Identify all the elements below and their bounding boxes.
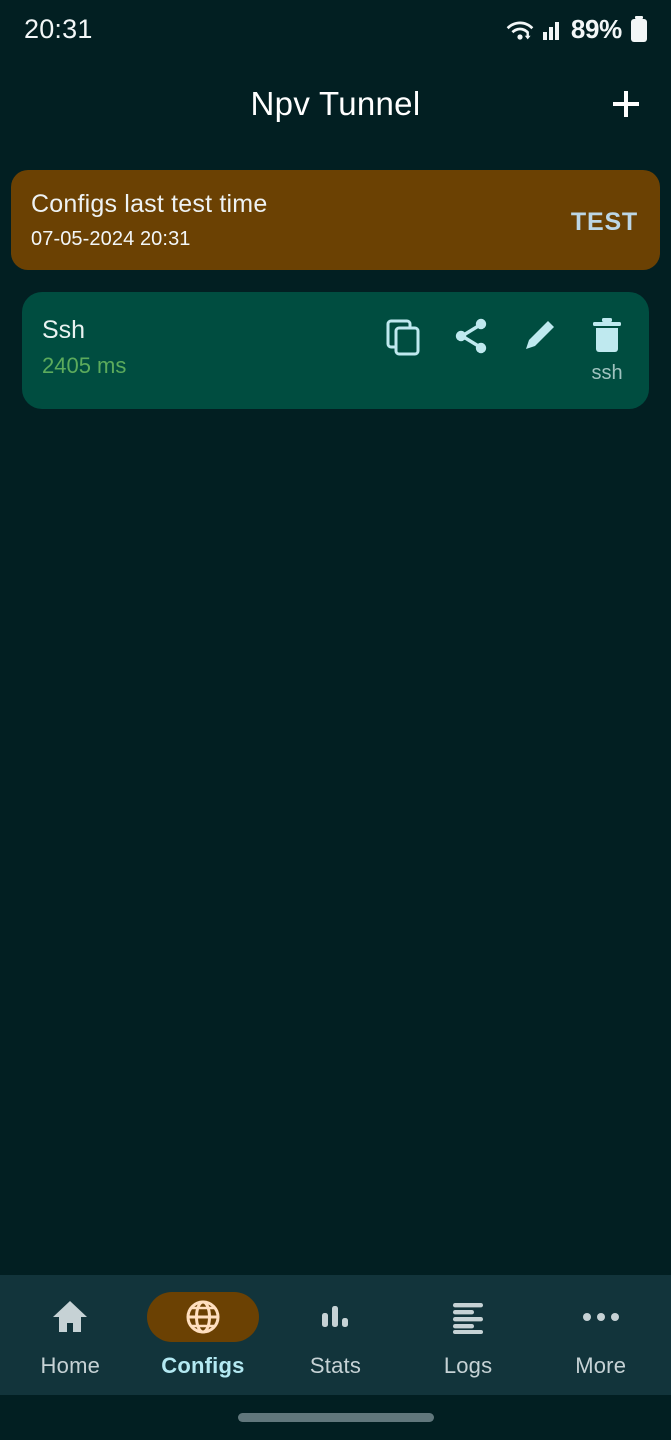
- nav-pill-configs: [146, 1291, 259, 1342]
- test-button[interactable]: TEST: [571, 208, 638, 237]
- status-clock: 20:31: [24, 13, 93, 44]
- app-bar: Npv Tunnel: [0, 58, 671, 150]
- nav-item-stats[interactable]: Stats: [269, 1292, 402, 1379]
- gesture-handle[interactable]: [237, 1413, 434, 1422]
- nav-pill-more: [545, 1292, 657, 1342]
- nav-item-configs[interactable]: Configs: [137, 1291, 270, 1379]
- config-list-item[interactable]: Ssh 2405 ms ssh: [22, 292, 649, 409]
- test-card-texts: Configs last test time 07-05-2024 20:31: [31, 190, 267, 251]
- list-lines-icon: [450, 1300, 486, 1334]
- config-info: Ssh 2405 ms: [42, 316, 126, 379]
- wifi-icon: [505, 16, 535, 42]
- status-indicators: 89%: [505, 14, 649, 45]
- copy-icon: [383, 316, 423, 356]
- page-title: Npv Tunnel: [250, 85, 421, 122]
- nav-pill-logs: [412, 1292, 524, 1342]
- bar-chart-icon: [318, 1300, 352, 1334]
- edit-pencil-icon: [519, 316, 559, 356]
- nav-item-logs[interactable]: Logs: [402, 1292, 535, 1379]
- ellipsis-icon: [582, 1310, 620, 1324]
- battery-icon: [629, 15, 649, 43]
- nav-pill-stats: [279, 1292, 391, 1342]
- configs-last-test-card[interactable]: Configs last test time 07-05-2024 20:31 …: [11, 170, 660, 270]
- nav-label-configs: Configs: [161, 1352, 245, 1378]
- add-config-button[interactable]: [599, 77, 653, 131]
- nav-item-home[interactable]: Home: [4, 1292, 137, 1379]
- nav-item-more[interactable]: More: [534, 1292, 667, 1379]
- bottom-navigation: Home Configs Stats Logs More: [0, 1275, 671, 1395]
- battery-percent-label: 89%: [570, 13, 622, 44]
- delete-config-button[interactable]: ssh: [587, 316, 627, 385]
- share-icon: [451, 316, 491, 356]
- cellular-signal-icon: [542, 17, 564, 41]
- nav-pill-home: [14, 1292, 126, 1342]
- test-card-timestamp: 07-05-2024 20:31: [31, 227, 191, 250]
- share-config-button[interactable]: [451, 316, 491, 356]
- delete-trash-icon: [587, 316, 627, 356]
- edit-config-button[interactable]: [519, 316, 559, 356]
- config-action-label: ssh: [591, 362, 623, 384]
- home-icon: [50, 1298, 90, 1336]
- status-bar: 20:31 89%: [0, 0, 671, 58]
- nav-label-more: More: [575, 1352, 627, 1378]
- plus-icon: [608, 86, 644, 122]
- test-card-title: Configs last test time: [31, 189, 268, 218]
- config-name: Ssh: [42, 316, 86, 344]
- copy-config-button[interactable]: [383, 316, 423, 356]
- nav-label-home: Home: [40, 1352, 101, 1378]
- config-actions: ssh: [383, 316, 627, 385]
- system-gesture-bar: [0, 1395, 671, 1440]
- config-ping: 2405 ms: [42, 353, 127, 378]
- nav-label-stats: Stats: [309, 1352, 362, 1378]
- globe-icon: [184, 1298, 222, 1336]
- nav-label-logs: Logs: [443, 1352, 493, 1378]
